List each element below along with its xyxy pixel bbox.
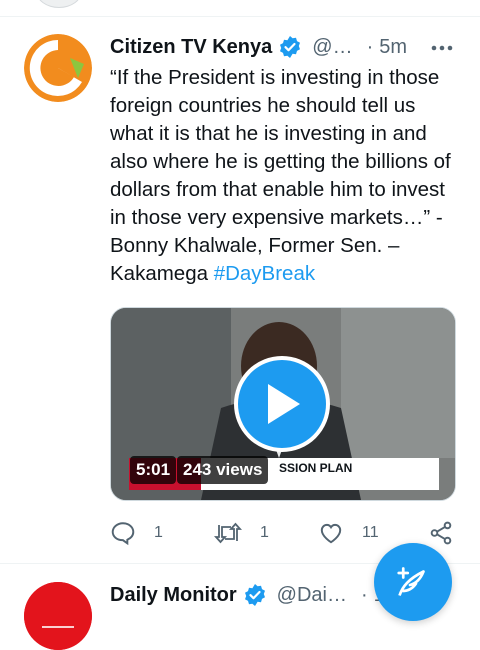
author-name[interactable]: Citizen TV Kenya — [110, 36, 272, 59]
author-handle[interactable]: @Dai… — [277, 584, 347, 607]
verified-badge-icon — [244, 584, 265, 606]
reply-count: 1 — [154, 524, 163, 541]
tweet-header: Citizen TV Kenya @… · 5m — [110, 32, 407, 62]
verified-badge-icon — [280, 36, 301, 58]
reply-button[interactable]: 1 — [110, 518, 163, 548]
previous-tweet-remnant — [0, 0, 480, 16]
avatar[interactable] — [24, 582, 92, 650]
retweet-button[interactable]: 1 — [214, 518, 269, 548]
previous-avatar[interactable] — [36, 0, 82, 8]
video-views: 243 views — [177, 456, 269, 484]
hashtag-link[interactable]: #DayBreak — [214, 262, 315, 285]
like-count: 11 — [362, 524, 379, 541]
daily-monitor-logo-icon — [24, 582, 92, 650]
play-button[interactable] — [234, 356, 330, 452]
play-icon — [268, 384, 300, 424]
timestamp[interactable]: 5m — [379, 36, 407, 59]
reply-icon — [111, 522, 135, 546]
divider — [0, 16, 480, 17]
like-icon — [320, 523, 342, 544]
tweet-body: “If the President is investing in those … — [110, 66, 451, 285]
author-handle[interactable]: @… — [312, 36, 352, 59]
tweet-header: Daily Monitor @Dai… · 1 — [110, 580, 385, 610]
avatar[interactable] — [24, 34, 92, 102]
compose-icon — [397, 567, 425, 596]
separator: · — [360, 583, 368, 606]
retweet-count: 1 — [260, 524, 269, 541]
tweet-text: “If the President is investing in those … — [110, 64, 462, 288]
share-icon — [430, 521, 452, 545]
more-icon — [431, 45, 453, 51]
citizen-tv-logo-icon — [24, 34, 92, 102]
author-name[interactable]: Daily Monitor — [110, 584, 237, 607]
video-player[interactable]: SSION PLAN 5:01 243 views — [110, 307, 456, 501]
share-button[interactable] — [428, 518, 454, 548]
retweet-icon — [214, 522, 242, 544]
compose-button[interactable] — [374, 543, 452, 621]
separator: · — [366, 35, 374, 58]
video-duration: 5:01 — [130, 456, 177, 484]
like-button[interactable]: 11 — [318, 518, 379, 548]
ticker-text: SSION PLAN — [279, 461, 353, 475]
more-button[interactable] — [430, 36, 454, 60]
